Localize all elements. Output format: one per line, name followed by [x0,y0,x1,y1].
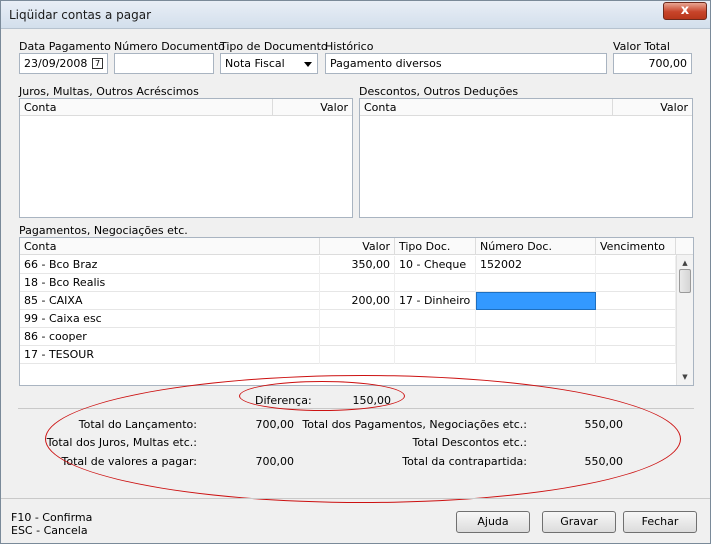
total-lancamento-value: 700,00 [255,418,295,431]
footer-divider [1,498,710,499]
pagamentos-grid-header: Conta Valor Tipo Doc. Número Doc. Vencim… [20,238,693,255]
shortcut-f10: F10 - Confirma [11,511,93,524]
cell-vencimento[interactable] [596,346,676,364]
descontos-col-conta[interactable]: Conta [360,99,613,116]
cell-conta[interactable]: 18 - Bco Realis [20,274,320,292]
cell-conta[interactable]: 86 - cooper [20,328,320,346]
valor-total-value: 700,00 [648,57,688,70]
total-lancamento-label: Total do Lançamento: [78,418,197,431]
cell-tipo-doc[interactable]: 17 - Dinheiro [395,292,476,310]
cell-numero-doc[interactable] [476,274,596,292]
juros-section-title: Juros, Multas, Outros Acréscimos [19,85,199,98]
valor-total-label: Valor Total [613,40,670,53]
title-bar[interactable]: Liqüidar contas a pagar x [1,1,710,29]
cell-valor[interactable]: 350,00 [320,256,395,274]
numero-documento-field[interactable] [114,53,214,74]
pagamentos-col-conta[interactable]: Conta [20,238,320,255]
scroll-thumb[interactable] [679,269,691,293]
cell-vencimento[interactable] [596,256,676,274]
cell-vencimento[interactable] [596,328,676,346]
numero-documento-label: Número Documento [114,40,225,53]
diferenca-label: Diferença: [255,394,312,407]
cell-valor[interactable] [320,346,395,364]
total-a-pagar-value: 700,00 [255,455,295,468]
data-pagamento-value: 23/09/2008 [24,57,88,70]
cell-valor[interactable] [320,310,395,328]
descontos-grid-header: Conta Valor [360,99,692,116]
cell-conta[interactable]: 17 - TESOUR [20,346,320,364]
total-pagamentos-label: Total dos Pagamentos, Negociações etc.: [302,418,527,431]
total-contrapartida-label: Total da contrapartida: [402,455,527,468]
window-title: Liqüidar contas a pagar [9,8,152,22]
valor-total-field[interactable]: 700,00 [613,53,692,74]
shortcut-esc: ESC - Cancela [11,524,88,537]
tipo-documento-label: Tipo de Documento [220,40,328,53]
fechar-button[interactable]: Fechar [623,511,697,533]
calendar-icon[interactable]: 7 [92,58,103,69]
diferenca-value: 150,00 [352,394,392,407]
historico-field[interactable]: Pagamento diversos [325,53,607,74]
table-row[interactable]: 17 - TESOUR [20,346,676,364]
juros-col-conta[interactable]: Conta [20,99,273,116]
juros-grid[interactable]: Conta Valor [19,98,353,218]
cell-tipo-doc[interactable] [395,346,476,364]
pagamentos-col-numero-doc[interactable]: Número Doc. [476,238,596,255]
total-pagamentos-value: 550,00 [584,418,624,431]
cell-numero-doc[interactable] [476,346,596,364]
descontos-section-title: Descontos, Outros Deduções [359,85,519,98]
table-row[interactable]: 18 - Bco Realis [20,274,676,292]
cell-numero-doc-editing[interactable] [476,292,596,310]
cell-vencimento[interactable] [596,292,676,310]
table-row[interactable]: 66 - Bco Braz 350,00 10 - Cheque 152002 [20,256,676,274]
pagamentos-grid[interactable]: Conta Valor Tipo Doc. Número Doc. Vencim… [19,237,694,386]
tipo-documento-select[interactable]: Nota Fiscal [220,53,318,74]
cell-tipo-doc[interactable] [395,328,476,346]
pagamentos-col-tipo-doc[interactable]: Tipo Doc. [395,238,476,255]
cell-valor[interactable]: 200,00 [320,292,395,310]
cell-vencimento[interactable] [596,310,676,328]
divider [18,408,694,409]
total-juros-label: Total dos Juros, Multas etc.: [46,436,197,449]
cell-tipo-doc[interactable] [395,310,476,328]
total-a-pagar-label: Total de valores a pagar: [61,455,197,468]
table-row[interactable]: 99 - Caixa esc [20,310,676,328]
descontos-col-valor[interactable]: Valor [613,99,692,116]
total-contrapartida-value: 550,00 [584,455,624,468]
total-descontos-label: Total Descontos etc.: [412,436,527,449]
vertical-scrollbar[interactable]: ▲ ▼ [676,255,693,385]
table-row[interactable]: 85 - CAIXA 200,00 17 - Dinheiro [20,292,676,310]
historico-value: Pagamento diversos [330,57,442,70]
pagamentos-section-title: Pagamentos, Negociações etc. [19,224,188,237]
cell-numero-doc[interactable]: 152002 [476,256,596,274]
descontos-grid[interactable]: Conta Valor [359,98,693,218]
cell-valor[interactable] [320,328,395,346]
cell-numero-doc[interactable] [476,310,596,328]
dropdown-arrow-icon[interactable] [304,62,312,67]
data-pagamento-field[interactable]: 23/09/2008 7 [19,53,108,74]
juros-col-valor[interactable]: Valor [273,99,352,116]
pagamentos-col-valor[interactable]: Valor [320,238,395,255]
cell-numero-doc[interactable] [476,328,596,346]
cell-tipo-doc[interactable]: 10 - Cheque [395,256,476,274]
pagamentos-col-vencimento[interactable]: Vencimento [596,238,676,255]
close-button[interactable]: x [663,2,707,20]
cell-vencimento[interactable] [596,274,676,292]
gravar-button[interactable]: Gravar [542,511,616,533]
ajuda-button[interactable]: Ajuda [456,511,530,533]
dialog-window: Liqüidar contas a pagar x Data Pagamento… [0,0,711,544]
cell-conta[interactable]: 66 - Bco Braz [20,256,320,274]
cell-valor[interactable] [320,274,395,292]
historico-label: Histórico [325,40,374,53]
cell-conta[interactable]: 85 - CAIXA [20,292,320,310]
cell-conta[interactable]: 99 - Caixa esc [20,310,320,328]
tipo-documento-value: Nota Fiscal [225,57,285,70]
table-row[interactable]: 86 - cooper [20,328,676,346]
juros-grid-header: Conta Valor [20,99,352,116]
data-pagamento-label: Data Pagamento [19,40,111,53]
scroll-down-icon[interactable]: ▼ [677,369,693,385]
cell-tipo-doc[interactable] [395,274,476,292]
